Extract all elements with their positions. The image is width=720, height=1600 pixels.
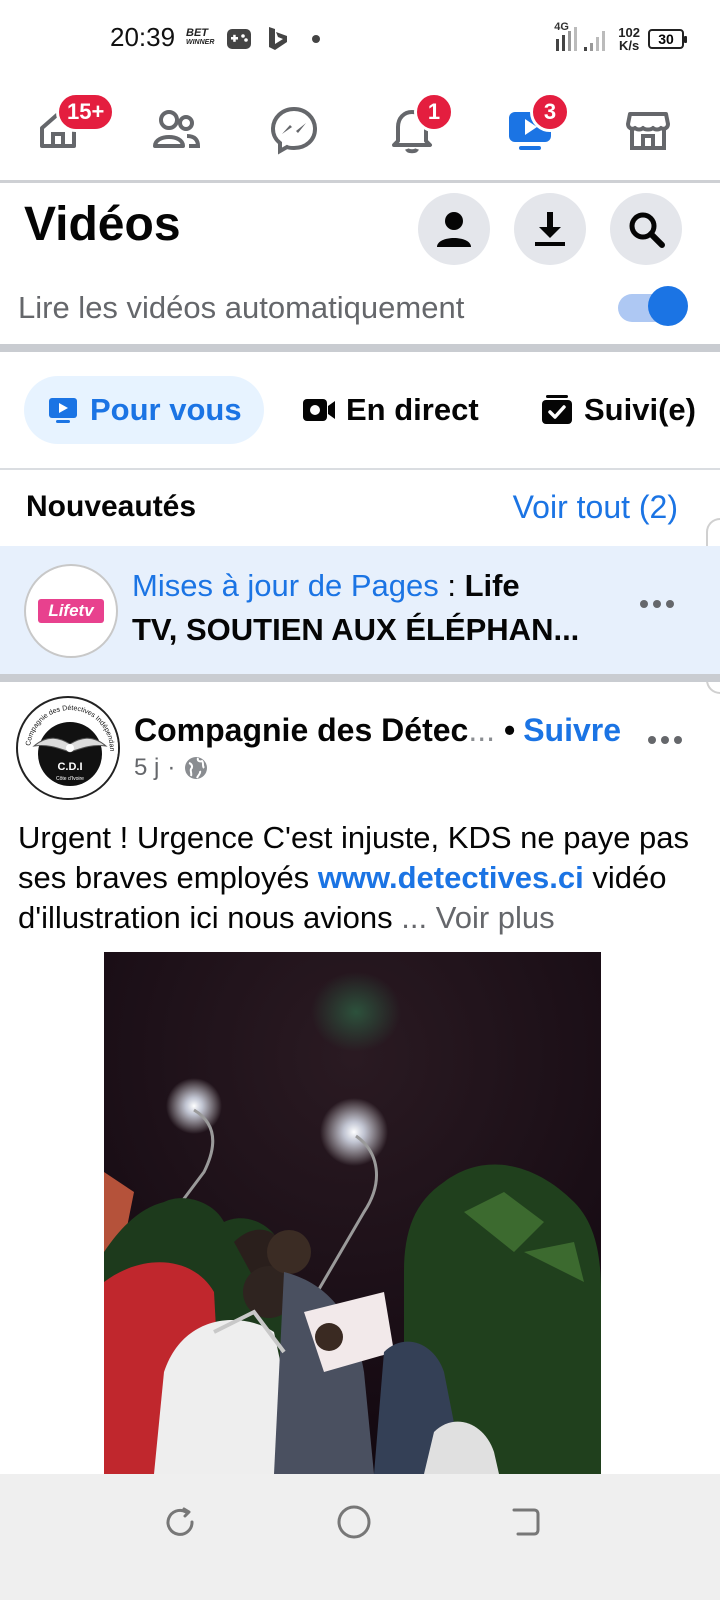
- signal-icon: 4G: [554, 21, 610, 53]
- system-navigation-bar: [0, 1474, 720, 1600]
- status-time: 20:39: [110, 22, 176, 52]
- status-right: 4G 102 K/s 30: [554, 21, 687, 56]
- see-all-link[interactable]: Voir tout (2): [513, 489, 678, 526]
- update-page-rest: , SOUTIEN AUX ÉLÉPHAN...: [168, 612, 580, 647]
- status-bar: 20:39 BET WINNER 4G 102 K/s 30: [0, 0, 720, 80]
- saved-downloads-button[interactable]: [514, 193, 586, 265]
- tab-for-you[interactable]: Pour vous: [24, 376, 264, 444]
- post-meta: 5 j ·: [134, 754, 209, 782]
- top-navigation: 15+ 1 3: [0, 80, 720, 180]
- update-separator: :: [438, 568, 465, 603]
- post-time: 5 j: [134, 754, 160, 781]
- globe-icon: [185, 757, 208, 779]
- home-badge: 15+: [56, 92, 116, 132]
- tab-live-label: En direct: [346, 392, 479, 427]
- battery-icon: 30: [648, 29, 687, 49]
- bing-icon: [269, 27, 287, 50]
- videos-badge: 3: [530, 92, 570, 132]
- play-screen-icon: [49, 398, 77, 423]
- update-more-options-icon[interactable]: [640, 600, 674, 608]
- home-system-button[interactable]: [334, 1502, 374, 1542]
- tab-following[interactable]: Suivi(e): [540, 376, 696, 444]
- post-more-options-icon[interactable]: [648, 736, 682, 744]
- follow-label: Suivre: [523, 712, 622, 748]
- page-update-text: Mises à jour de Pages : Life TV, SOUTIEN …: [132, 564, 632, 652]
- nav-messenger[interactable]: [264, 100, 324, 160]
- toggle-knob: [648, 286, 688, 326]
- follow-button[interactable]: • Suivre: [504, 712, 621, 749]
- recents-icon: [166, 1507, 194, 1536]
- see-more-link[interactable]: ... Voir plus: [401, 900, 554, 935]
- network-speed: 102 K/s: [618, 26, 640, 52]
- author-name-ellipsis: ...: [468, 712, 495, 748]
- following-check-icon: [542, 395, 572, 424]
- messenger-icon: [270, 106, 318, 155]
- post-author-avatar[interactable]: C.D.I Côte d'Ivoire Compagnie des Détect…: [16, 696, 120, 800]
- circle-home-icon: [337, 1505, 371, 1539]
- video-frame: [104, 952, 601, 1474]
- meta-separator: ·: [167, 754, 176, 781]
- post-video[interactable]: [104, 952, 601, 1474]
- page-title: Vidéos: [24, 198, 181, 251]
- winner-label: WINNER: [186, 39, 215, 46]
- update-page-name-2: TV: [132, 612, 169, 647]
- author-name-text: Compagnie des Détec: [134, 712, 469, 748]
- cdi-logo-text: C.D.I: [57, 761, 82, 773]
- battery-level: 30: [658, 31, 674, 47]
- tab-for-you-label: Pour vous: [90, 392, 242, 427]
- autoplay-toggle[interactable]: [618, 286, 688, 326]
- nav-divider: [0, 180, 720, 183]
- post-author-name[interactable]: Compagnie des Détec...: [134, 712, 495, 749]
- marketplace-icon: [626, 112, 670, 150]
- lifetv-logo: Lifetv: [38, 599, 104, 623]
- tabs-divider: [0, 468, 720, 470]
- dot-indicator-icon: [312, 35, 320, 43]
- nav-friends[interactable]: [146, 100, 206, 160]
- profile-button[interactable]: [418, 193, 490, 265]
- back-button[interactable]: [506, 1502, 546, 1542]
- bet-label: BET: [186, 27, 208, 39]
- recents-button[interactable]: [160, 1502, 200, 1542]
- speed-unit: K/s: [619, 38, 640, 53]
- follow-bullet: •: [504, 712, 516, 748]
- person-icon: [437, 212, 471, 247]
- section-divider: [0, 344, 720, 352]
- feed-divider: [0, 674, 720, 682]
- post-body-text: Urgent ! Urgence C'est injuste, KDS ne p…: [18, 818, 698, 938]
- nav-marketplace[interactable]: [618, 100, 678, 160]
- update-page-name-1: Life: [464, 568, 520, 603]
- post-link[interactable]: www.detectives.ci: [318, 860, 584, 895]
- game-controller-icon: [227, 29, 251, 49]
- tab-following-label: Suivi(e): [584, 392, 696, 427]
- back-icon: [512, 1508, 540, 1536]
- lifetv-avatar: Lifetv: [24, 564, 118, 658]
- tab-live[interactable]: En direct: [302, 376, 479, 444]
- news-section-title: Nouveautés: [26, 490, 197, 523]
- live-camera-icon: [303, 399, 335, 421]
- download-icon: [535, 212, 565, 246]
- update-prefix: Mises à jour de Pages: [132, 568, 439, 603]
- page-update-item[interactable]: Lifetv Mises à jour de Pages : Life TV, S…: [0, 546, 720, 674]
- search-button[interactable]: [610, 193, 682, 265]
- search-icon: [629, 212, 665, 248]
- cdi-logo-icon: C.D.I Côte d'Ivoire Compagnie des Détect…: [18, 698, 118, 798]
- friends-icon: [153, 110, 201, 148]
- cdi-logo-subtext: Côte d'Ivoire: [56, 776, 84, 782]
- notifications-badge: 1: [414, 92, 454, 132]
- autoplay-label: Lire les vidéos automatiquement: [18, 290, 465, 325]
- betwinner-notification-icon: BET WINNER: [186, 28, 214, 48]
